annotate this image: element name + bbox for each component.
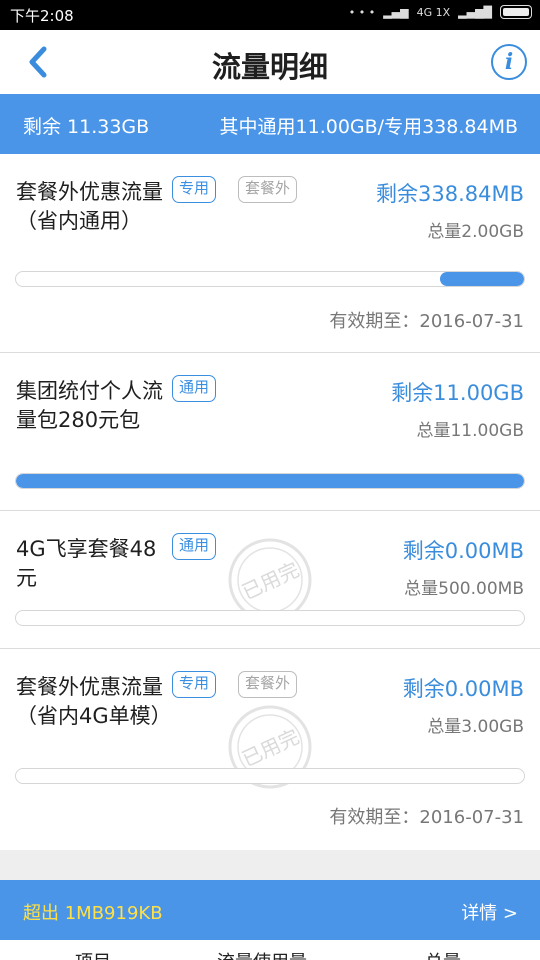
page-title: 流量明细 xyxy=(211,50,328,84)
column-header-usage: 流量使用量 xyxy=(217,948,307,960)
package-name: 套餐外优惠流量（省内通用） xyxy=(16,180,163,233)
package-card: 4G飞享套餐48元 通用 已用完 剩余0.00MB 总量500.00MB xyxy=(0,511,540,649)
package-remaining: 剩余0.00MB xyxy=(402,539,524,563)
details-link[interactable]: 详情 > xyxy=(461,899,518,925)
package-total: 总量2.00GB xyxy=(427,222,524,242)
summary-remaining: 剩余 11.33GB xyxy=(23,116,150,138)
overage-bar[interactable]: 超出 1MB919KB 详情 > xyxy=(0,880,540,940)
overage-amount: 超出 1MB919KB xyxy=(23,903,163,924)
column-header-item: 项目 xyxy=(75,948,111,960)
tag-general: 通用 xyxy=(172,375,217,402)
package-remaining: 剩余0.00MB xyxy=(402,677,524,701)
package-expiry: 有效期至：2016-07-31 xyxy=(329,311,524,332)
usage-table-header: 项目 流量使用量 总量 xyxy=(0,940,540,960)
info-icon[interactable]: i xyxy=(491,44,527,80)
signal-icon: ▂▄▆ xyxy=(383,5,409,19)
package-total: 总量500.00MB xyxy=(404,579,524,599)
usage-progress-bar xyxy=(15,610,525,626)
usage-progress-fill xyxy=(440,272,524,286)
package-name: 4G飞享套餐48元 xyxy=(16,537,157,590)
package-card: 集团统付个人流量包280元包 通用 剩余11.00GB 总量11.00GB xyxy=(0,353,540,511)
tag-dedicated: 专用 xyxy=(172,671,217,698)
battery-icon xyxy=(500,5,532,19)
section-divider xyxy=(0,850,540,880)
package-card: 套餐外优惠流量（省内通用） 专用 套餐外 剩余338.84MB 总量2.00GB… xyxy=(0,154,540,353)
network-type-label: 4G 1X xyxy=(416,5,451,19)
package-total: 总量11.00GB xyxy=(416,421,524,441)
usage-progress-bar xyxy=(15,473,525,489)
tag-general: 通用 xyxy=(172,533,217,560)
package-expiry: 有效期至：2016-07-31 xyxy=(329,807,524,828)
column-header-total: 总量 xyxy=(425,948,461,960)
usage-progress-bar xyxy=(15,271,525,287)
package-name: 套餐外优惠流量（省内4G单模） xyxy=(16,675,172,728)
summary-breakdown: 其中通用11.00GB/专用338.84MB xyxy=(219,116,518,138)
package-card: 套餐外优惠流量（省内4G单模） 专用 套餐外 已用完 剩余0.00MB 总量3.… xyxy=(0,649,540,850)
tag-extra-plan: 套餐外 xyxy=(238,671,298,698)
usage-progress-fill xyxy=(16,474,524,488)
status-time: 下午2:08 xyxy=(10,7,74,25)
package-remaining: 剩余11.00GB xyxy=(391,381,524,405)
status-icons: • • • ▂▄▆ 4G 1X ▂▄▆█ xyxy=(349,5,532,19)
title-bar: 流量明细 i xyxy=(0,30,540,94)
package-remaining: 剩余338.84MB xyxy=(375,182,524,206)
package-total: 总量3.00GB xyxy=(427,717,524,737)
tag-extra-plan: 套餐外 xyxy=(238,176,298,203)
summary-bar: 剩余 11.33GB 其中通用11.00GB/专用338.84MB xyxy=(0,94,540,154)
signal-strength-icon: ▂▄▆█ xyxy=(458,5,492,19)
usage-progress-bar xyxy=(15,768,525,784)
stamp-label: 已用完 xyxy=(238,724,303,771)
tag-dedicated: 专用 xyxy=(172,176,217,203)
status-bar: 下午2:08 • • • ▂▄▆ 4G 1X ▂▄▆█ xyxy=(0,0,540,30)
stamp-label: 已用完 xyxy=(238,557,303,604)
notification-dots-icon: • • • xyxy=(348,5,376,19)
package-name: 集团统付个人流量包280元包 xyxy=(16,379,163,432)
